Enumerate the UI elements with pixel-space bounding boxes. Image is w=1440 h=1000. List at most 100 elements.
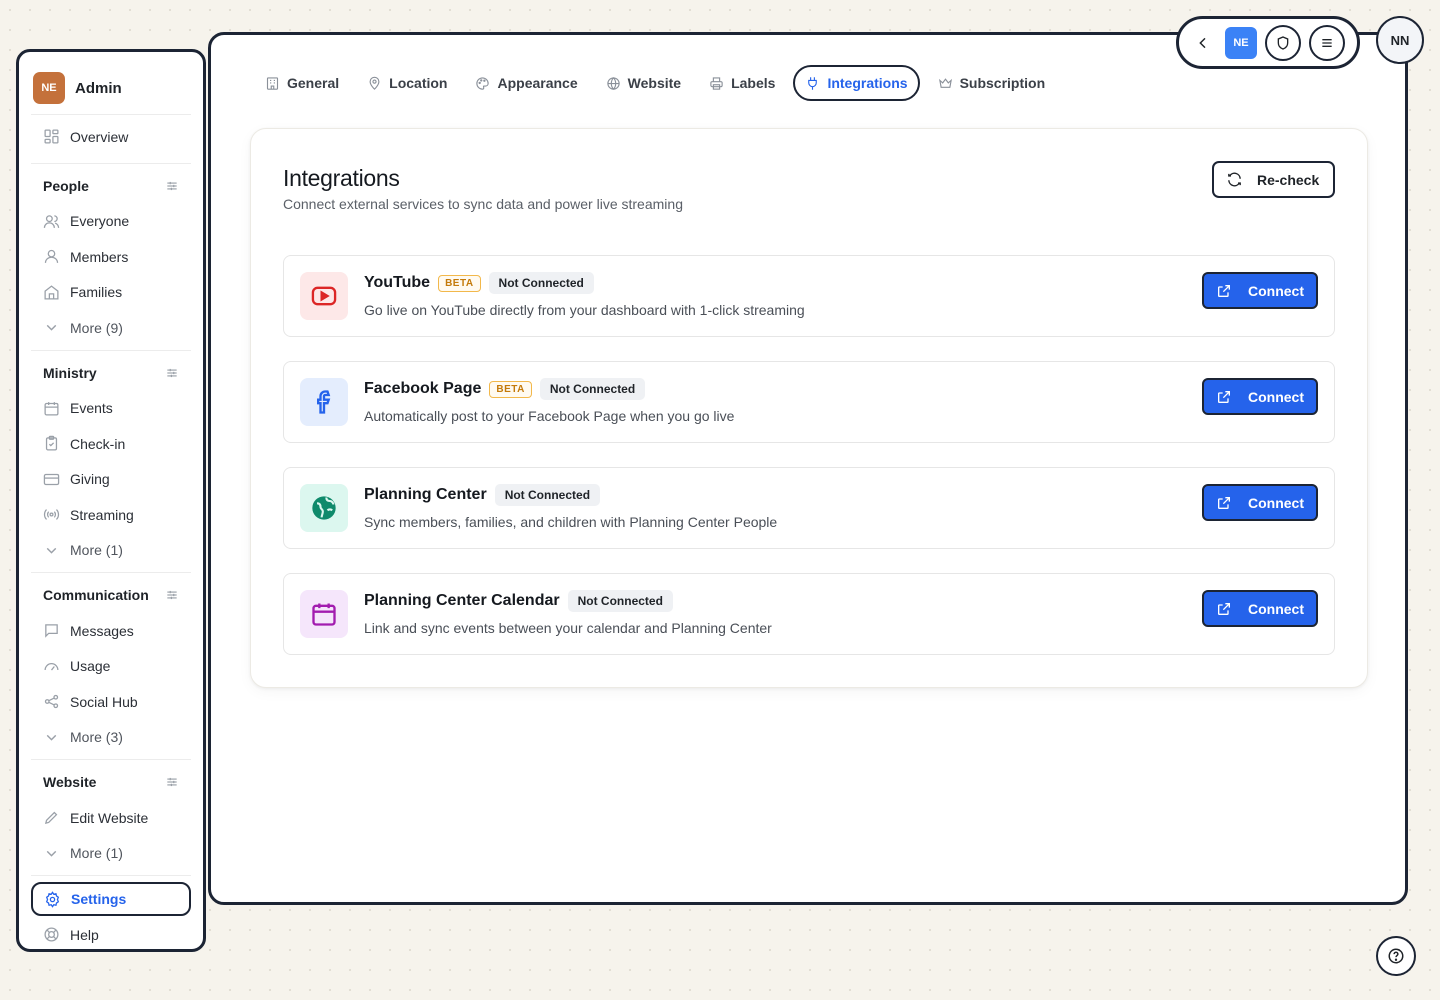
sidebar-item-label: More (3) — [70, 729, 123, 746]
message-icon — [43, 622, 60, 639]
sidebar-item-check-in[interactable]: Check-in — [31, 426, 191, 462]
building-icon — [265, 76, 280, 91]
sliders-icon[interactable] — [165, 179, 179, 193]
sidebar-item-more-communication[interactable]: More (3) — [31, 720, 191, 756]
brand-name: Admin — [75, 79, 122, 97]
integration-description: Automatically post to your Facebook Page… — [364, 408, 735, 424]
help-fab-button[interactable] — [1376, 936, 1416, 976]
users-icon — [43, 213, 60, 230]
shield-button[interactable] — [1265, 24, 1301, 61]
calendar-icon — [300, 590, 348, 638]
tab-integrations[interactable]: Integrations — [793, 65, 920, 101]
clipboard-check-icon — [43, 435, 60, 452]
section-title: Ministry — [43, 364, 97, 381]
recheck-button[interactable]: Re-check — [1212, 161, 1335, 198]
tab-labels[interactable]: Labels — [699, 65, 785, 101]
connect-button-youtube[interactable]: Connect — [1202, 272, 1318, 309]
integrations-card: Integrations Connect external services t… — [250, 128, 1368, 688]
section-title: Website — [43, 774, 97, 790]
help-circle-icon — [1388, 948, 1404, 964]
tab-label: General — [287, 75, 340, 91]
sidebar: NE Admin Overview People Everyone Member… — [16, 49, 206, 952]
sidebar-item-label: Streaming — [70, 506, 134, 523]
section-title-people[interactable]: People — [31, 168, 191, 204]
brand[interactable]: NE Admin — [31, 64, 191, 115]
sidebar-item-more-ministry[interactable]: More (1) — [31, 533, 191, 569]
sidebar-item-social-hub[interactable]: Social Hub — [31, 684, 191, 720]
page-title: Integrations — [283, 165, 400, 191]
section-title: Communication — [43, 587, 149, 603]
credit-card-icon — [43, 471, 60, 488]
sidebar-item-members[interactable]: Members — [31, 239, 191, 275]
status-badge: Not Connected — [539, 378, 646, 400]
sidebar-item-more-website[interactable]: More (1) — [31, 836, 191, 872]
workspace-badge[interactable]: NE — [1225, 26, 1257, 59]
sidebar-item-everyone[interactable]: Everyone — [31, 204, 191, 240]
sidebar-section-footer: Settings Help — [31, 875, 191, 953]
sidebar-item-settings[interactable]: Settings — [31, 882, 191, 916]
connect-label: Connect — [1248, 600, 1304, 617]
sidebar-item-usage[interactable]: Usage — [31, 649, 191, 685]
chevron-down-icon — [43, 729, 60, 746]
calendar-icon — [43, 400, 60, 417]
connect-label: Connect — [1248, 282, 1304, 299]
avatar[interactable]: NN — [1376, 16, 1424, 64]
back-button[interactable] — [1189, 29, 1217, 57]
sliders-icon[interactable] — [165, 366, 179, 380]
integration-header: YouTube BETA Not Connected — [364, 272, 594, 294]
connect-button-planning-center[interactable]: Connect — [1202, 484, 1318, 521]
tab-appearance[interactable]: Appearance — [465, 65, 587, 101]
plug-icon — [805, 76, 820, 91]
sidebar-item-overview[interactable]: Overview — [31, 119, 191, 155]
sidebar-item-families[interactable]: Families — [31, 275, 191, 311]
tab-subscription[interactable]: Subscription — [928, 65, 1056, 101]
section-title-ministry[interactable]: Ministry — [31, 355, 191, 391]
sidebar-item-edit-website[interactable]: Edit Website — [31, 800, 191, 836]
sliders-icon[interactable] — [165, 588, 179, 602]
sidebar-section-communication: Communication Messages Usage Social Hub … — [31, 572, 191, 755]
tab-general[interactable]: General — [255, 65, 349, 101]
recheck-label: Re-check — [1257, 171, 1320, 188]
pencil-icon — [43, 809, 60, 826]
sidebar-item-label: More (9) — [70, 319, 123, 336]
sliders-icon[interactable] — [165, 775, 179, 789]
sidebar-item-label: Members — [70, 248, 129, 265]
connect-button-planning-center-calendar[interactable]: Connect — [1202, 590, 1318, 627]
gauge-icon — [43, 658, 60, 675]
sidebar-item-events[interactable]: Events — [31, 391, 191, 427]
connect-button-facebook[interactable]: Connect — [1202, 378, 1318, 415]
shield-icon — [1277, 35, 1289, 50]
tab-label: Labels — [731, 75, 776, 91]
connect-label: Connect — [1248, 494, 1304, 511]
sidebar-item-more-people[interactable]: More (9) — [31, 310, 191, 346]
sidebar-item-help[interactable]: Help — [31, 917, 191, 953]
integration-row-facebook: Facebook Page BETA Not Connected Automat… — [283, 361, 1335, 443]
integration-description: Go live on YouTube directly from your da… — [364, 302, 805, 318]
integration-description: Sync members, families, and children wit… — [364, 514, 778, 530]
tab-location[interactable]: Location — [357, 65, 457, 101]
sidebar-section-ministry: Ministry Events Check-in Giving Streamin… — [31, 349, 191, 569]
gear-icon — [44, 890, 61, 908]
sidebar-item-messages[interactable]: Messages — [31, 613, 191, 649]
menu-button[interactable] — [1309, 24, 1345, 61]
chevron-left-icon — [1199, 37, 1206, 48]
sidebar-item-label: Social Hub — [70, 693, 138, 710]
sidebar-item-label: Families — [70, 284, 123, 301]
section-title-communication[interactable]: Communication — [31, 577, 191, 613]
sidebar-item-giving[interactable]: Giving — [31, 462, 191, 498]
tab-website[interactable]: Website — [596, 65, 691, 101]
status-badge: Not Connected — [488, 272, 594, 294]
sidebar-item-label: Settings — [71, 891, 127, 907]
share-icon — [43, 693, 60, 710]
sidebar-item-streaming[interactable]: Streaming — [31, 497, 191, 533]
integration-header: Planning Center Not Connected — [364, 484, 601, 506]
integration-description: Link and sync events between your calend… — [364, 620, 772, 636]
sidebar-item-label: Overview — [70, 128, 129, 145]
globe-icon — [606, 76, 621, 91]
section-title-website[interactable]: Website — [31, 764, 191, 800]
external-link-icon — [1216, 495, 1232, 511]
refresh-icon — [1226, 171, 1243, 188]
status-badge: Not Connected — [567, 590, 673, 612]
home-icon — [43, 284, 60, 301]
tab-label: Location — [389, 75, 448, 91]
